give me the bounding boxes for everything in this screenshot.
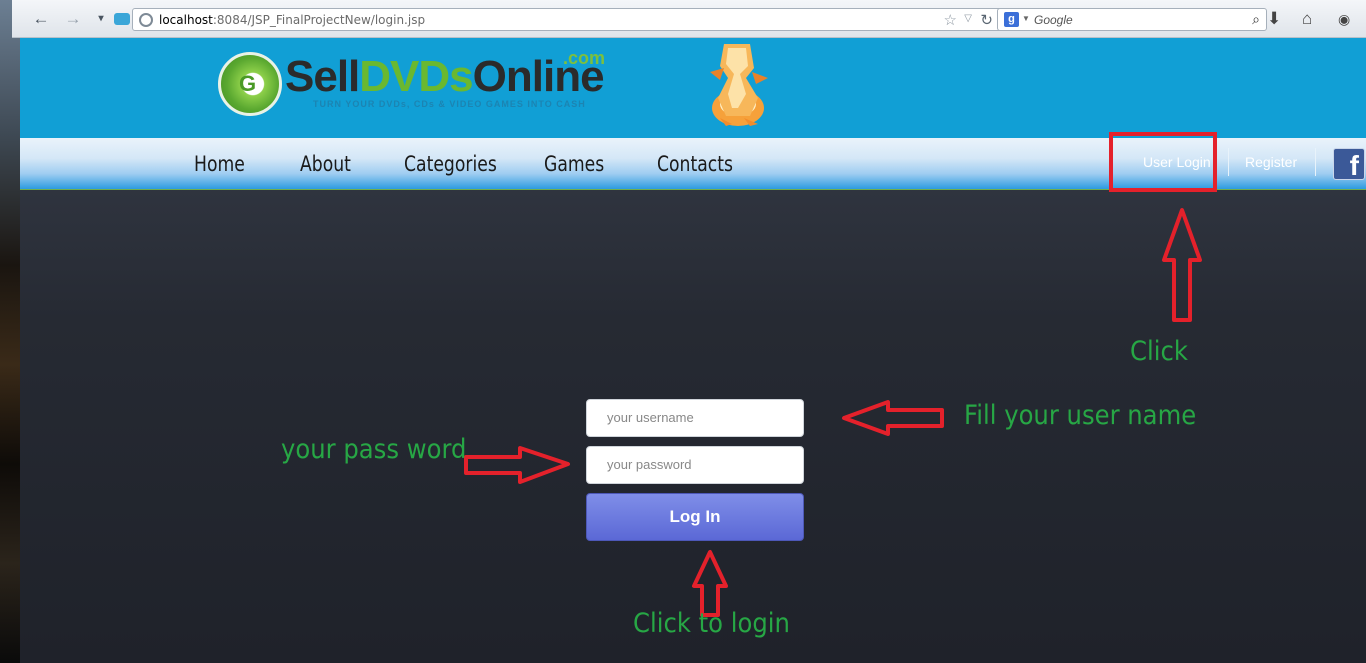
login-button[interactable]: Log In (586, 493, 804, 541)
facebook-icon[interactable]: f (1333, 148, 1365, 181)
nav-contacts[interactable]: Contacts (657, 152, 733, 176)
nav-about[interactable]: About (300, 152, 351, 176)
logo-com: .com (563, 48, 606, 68)
bookmark-star-icon[interactable]: ☆ (944, 11, 957, 29)
home-icon[interactable]: ⌂ (1302, 9, 1312, 29)
logo-tagline: TURN YOUR DVDs, CDs & VIDEO GAMES INTO C… (313, 99, 586, 109)
forward-icon[interactable]: → (62, 9, 84, 29)
site-identity-icon[interactable] (139, 13, 153, 27)
mascot-figure-image (710, 44, 768, 126)
nav-separator (1228, 148, 1229, 176)
logo-word-dvds: DVDs (359, 52, 473, 101)
up-arrow-login (692, 550, 728, 617)
search-bar[interactable]: g ▼ Google ⌕ (997, 8, 1267, 31)
search-placeholder: Google (1034, 13, 1073, 27)
engine-dropdown-icon[interactable]: ▼ (1022, 14, 1030, 23)
left-arrow-username (842, 400, 944, 436)
nav-games[interactable]: Games (544, 152, 604, 176)
google-engine-icon[interactable]: g (1004, 12, 1019, 27)
reload-icon[interactable]: ↻ (980, 11, 993, 29)
annotation-fill-username: Fill your user name (964, 400, 1197, 431)
logo-emblem-icon[interactable]: G (218, 52, 282, 116)
nav-home[interactable]: Home (194, 152, 245, 176)
url-text[interactable]: localhost:8084/JSP_FinalProjectNew/login… (159, 13, 425, 27)
annotation-password: your pass word (281, 434, 467, 465)
register-link[interactable]: Register (1245, 154, 1297, 170)
search-icon[interactable]: ⌕ (1252, 11, 1260, 28)
back-icon[interactable]: ← (30, 9, 52, 29)
address-bar[interactable]: localhost:8084/JSP_FinalProjectNew/login… (132, 8, 1002, 31)
dropdown-icon[interactable]: ▾ (90, 9, 112, 29)
nav-separator (1315, 148, 1316, 176)
site-header: G SellDVDsOnline .com TURN YOUR DVDs, CD… (20, 38, 1366, 138)
username-input[interactable]: your username (586, 399, 804, 437)
url-host: localhost (159, 13, 213, 27)
browser-toolbar: ← → ▾ localhost:8084/JSP_FinalProjectNew… (12, 0, 1366, 38)
annotation-click-to-login: Click to login (633, 608, 790, 639)
downloads-icon[interactable]: ⬇ (1267, 9, 1281, 29)
desktop-background-strip (0, 0, 20, 663)
logo-word-sell: Sell (285, 52, 360, 101)
right-arrow-password (464, 446, 570, 484)
addon-icon[interactable]: ◉ (1338, 11, 1350, 28)
web-page: G SellDVDsOnline .com TURN YOUR DVDs, CD… (20, 38, 1366, 663)
tab-groups-icon[interactable] (114, 13, 130, 25)
annotation-click: Click (1130, 336, 1188, 367)
nav-categories[interactable]: Categories (404, 152, 497, 176)
site-logo[interactable]: SellDVDsOnline (285, 52, 605, 102)
history-dropdown-icon[interactable]: ▽ (964, 13, 972, 24)
password-input[interactable]: your password (586, 446, 804, 484)
up-arrow-user-login (1162, 208, 1202, 322)
url-path: :8084/JSP_FinalProjectNew/login.jsp (212, 13, 426, 27)
user-login-highlight-box (1109, 132, 1217, 192)
